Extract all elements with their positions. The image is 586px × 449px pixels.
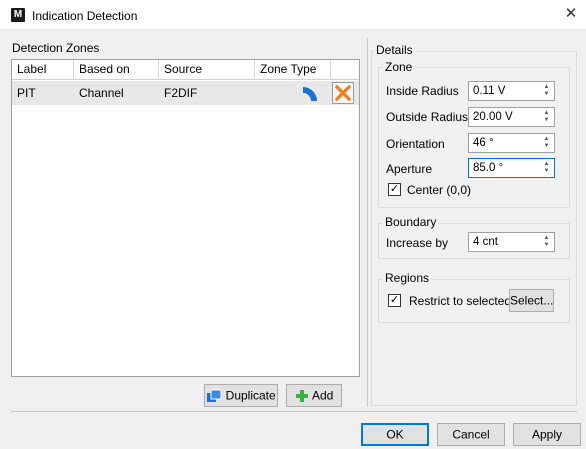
- quarter-ring-icon: [303, 87, 317, 101]
- spin-arrows-icon[interactable]: ▲ ▼: [542, 235, 551, 249]
- aperture-value: 85.0 °: [473, 162, 504, 174]
- ok-label: OK: [386, 427, 404, 442]
- orientation-input[interactable]: 46 ° ▲ ▼: [468, 133, 555, 153]
- footer-separator: [11, 411, 577, 412]
- select-regions-button[interactable]: Select...: [509, 289, 554, 312]
- duplicate-button[interactable]: Duplicate: [204, 384, 278, 407]
- cell-source: F2DIF: [164, 86, 198, 100]
- cell-based-on: Channel: [79, 86, 124, 100]
- regions-title: Regions: [383, 271, 432, 285]
- inside-radius-label: Inside Radius: [386, 84, 459, 98]
- zone-title: Zone: [383, 60, 415, 74]
- increase-by-input[interactable]: 4 cnt ▲ ▼: [468, 232, 555, 252]
- add-button[interactable]: Add: [286, 384, 342, 407]
- orientation-value: 46 °: [473, 137, 494, 149]
- delete-zone-button[interactable]: [332, 82, 354, 104]
- restrict-label: Restrict to selected: [409, 294, 512, 308]
- outside-radius-label: Outside Radius: [386, 110, 469, 124]
- spin-arrows-icon[interactable]: ▲ ▼: [542, 84, 551, 98]
- duplicate-icon: [207, 389, 222, 402]
- window-title: Indication Detection: [32, 9, 138, 23]
- column-header-label[interactable]: Label: [12, 60, 74, 80]
- select-label: Select...: [510, 293, 554, 308]
- spin-arrows-icon[interactable]: ▲ ▼: [542, 110, 551, 124]
- column-header-zone-type[interactable]: Zone Type: [255, 60, 331, 80]
- increase-by-value: 4 cnt: [473, 236, 498, 248]
- add-label: Add: [311, 388, 334, 403]
- outside-radius-input[interactable]: 20.00 V ▲ ▼: [468, 107, 555, 127]
- boundary-title: Boundary: [383, 215, 439, 229]
- spin-arrows-icon[interactable]: ▲ ▼: [542, 136, 551, 150]
- spin-arrows-icon[interactable]: ▲ ▼: [542, 161, 551, 175]
- column-header-source[interactable]: Source: [159, 60, 255, 80]
- orientation-label: Orientation: [386, 137, 445, 151]
- center-checkbox[interactable]: ✓: [388, 183, 401, 196]
- delete-x-icon: [334, 84, 352, 102]
- outside-radius-value: 20.00 V: [473, 111, 513, 123]
- column-header-based-on[interactable]: Based on: [74, 60, 159, 80]
- pane-divider: [367, 38, 368, 407]
- add-plus-icon: [295, 389, 308, 402]
- title-bar: M Indication Detection ✕: [0, 0, 586, 30]
- increase-by-label: Increase by: [386, 236, 449, 250]
- cancel-label: Cancel: [452, 427, 490, 442]
- table-header: Label Based on Source Zone Type: [12, 60, 359, 80]
- aperture-label: Aperture: [386, 162, 433, 176]
- center-label: Center (0,0): [407, 183, 472, 197]
- table-row[interactable]: PIT Channel F2DIF: [12, 81, 359, 105]
- restrict-checkbox[interactable]: ✓: [388, 294, 401, 307]
- zones-table[interactable]: Label Based on Source Zone Type PIT Chan…: [11, 59, 360, 377]
- app-logo-icon: M: [11, 8, 25, 22]
- close-icon[interactable]: ✕: [562, 5, 580, 23]
- inside-radius-value: 0.11 V: [473, 85, 506, 97]
- cell-label: PIT: [17, 86, 36, 100]
- cancel-button[interactable]: Cancel: [437, 423, 505, 446]
- detection-zones-title: Detection Zones: [12, 41, 100, 55]
- ok-button[interactable]: OK: [361, 423, 429, 446]
- details-title: Details: [374, 43, 415, 57]
- apply-button[interactable]: Apply: [513, 423, 581, 446]
- apply-label: Apply: [531, 427, 563, 442]
- aperture-input[interactable]: 85.0 ° ▲ ▼: [468, 158, 555, 178]
- duplicate-label: Duplicate: [225, 388, 276, 403]
- inside-radius-input[interactable]: 0.11 V ▲ ▼: [468, 81, 555, 101]
